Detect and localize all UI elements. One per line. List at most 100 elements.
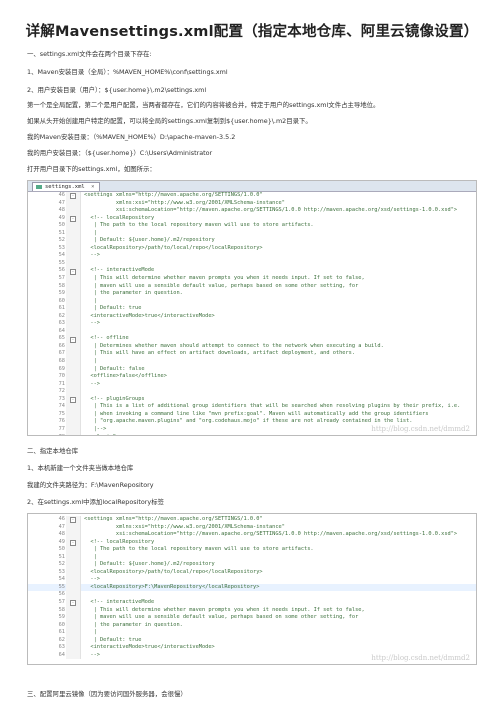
fold-gutter [66,199,81,208]
line-number: 51 [58,229,65,236]
fold-gutter [66,418,81,426]
line-number: 71 [58,380,65,387]
code-line: 51 | [28,229,476,238]
code-text: <localRepository>/path/to/local/repo</lo… [84,244,263,251]
watermark: http://blog.csdn.net/dmmd2 [371,425,470,433]
code-line: 69 | Default: false [28,365,476,374]
section-3-heading: 三、配置阿里云镜像（因为要访问国外服务器，会很慢） [27,690,187,698]
code-line: 68 | [28,358,476,366]
code-line: 59 | maven will use a sensible default v… [28,614,476,622]
code-text: | Default: true [84,636,142,643]
fold-gutter [66,621,81,630]
fold-gutter [66,222,81,230]
fold-gutter [66,297,81,306]
fold-gutter [66,320,81,328]
line-number: 67 [58,350,65,357]
code-area: 46- <settings xmlns="http://maven.apache.… [28,514,476,660]
line-number: 59 [58,614,65,621]
line-number: 73 [58,395,65,402]
line-number: 72 [58,388,65,395]
fold-gutter [66,553,81,562]
line-number: 46 [58,516,65,522]
editor-screenshot-2: 46- <settings xmlns="http://maven.apache.… [27,513,477,665]
code-line: 52 | Default: ${user.home}/.m2/repositor… [28,561,476,569]
code-line: 46- <settings xmlns="http://maven.apache.… [28,516,476,524]
fold-gutter [66,342,81,351]
code-text: <localRepository>F:\MavenRepository</loc… [84,583,260,590]
code-line: 72 [28,388,476,396]
code-line: 63 <interactiveMode>true</interactiveMod… [28,644,476,652]
line-number: 53 [58,568,65,575]
code-line: 60 | [28,297,476,306]
code-line: 73- <!-- pluginGroups [28,395,476,404]
fold-gutter [66,365,81,374]
fold-gutter [66,290,81,298]
fold-toggle-icon[interactable]: - [70,539,76,546]
code-text: <pluginGroups> [84,434,135,436]
line-number: 51 [58,553,65,560]
line-number: 63 [58,644,65,651]
code-text: xsi:schemaLocation="http://maven.apache.… [84,207,458,214]
fold-toggle-icon[interactable]: - [70,336,76,343]
code-line: 67 | This will have an effect on artifac… [28,350,476,359]
code-text: <interactiveMode>true</interactiveMode> [84,312,215,319]
code-line: 62 | Default: true [28,636,476,645]
code-text: | "org.apache.maven.plugins" and "org.co… [84,418,413,425]
code-text: <!-- localRepository [84,538,155,545]
editor-tab-settings[interactable]: settings.xml × [32,182,101,191]
fold-gutter [66,629,81,637]
code-text: <!-- interactiveMode [84,599,155,606]
fold-gutter [66,373,81,381]
code-text: --> [84,320,100,327]
code-text: | the parameter in question. [84,621,183,628]
code-text: | The path to the local repository maven… [84,222,314,229]
code-text: | Determines whether maven should attemp… [84,342,384,349]
fold-gutter [66,410,81,419]
code-line: 64 [28,327,476,336]
section-2-line-2: 我建的文件夹路径为：F:\MavenRepository [27,481,154,489]
code-text: | Default: ${user.home}/.m2/repository [84,561,215,568]
fold-toggle-icon[interactable]: - [70,215,76,222]
close-tab-icon[interactable]: × [91,184,94,190]
fold-gutter [66,651,81,660]
line-number: 54 [58,576,65,583]
line-number: 77 [58,425,65,432]
line-number: 62 [58,636,65,643]
code-text: | maven will use a sensible default valu… [84,614,359,621]
line-number: 48 [58,207,65,214]
line-number: 55 [58,259,65,266]
line-number: 48 [58,531,65,538]
fold-gutter [66,644,81,652]
line-number: 49 [58,538,65,545]
code-text: <!-- pluginGroups [84,395,145,402]
fold-toggle-icon[interactable]: - [70,397,76,404]
editor-screenshot-1: settings.xml × 46- <settings xmlns="http:… [27,180,477,436]
article-page: 详解Mavensettings.xml配置（指定本地仓库、阿里云镜像设置） 一、… [0,0,504,713]
fold-toggle-icon[interactable]: - [70,193,76,200]
fold-toggle-icon[interactable]: - [70,517,76,524]
intro-line-8: 打开用户目录下的settings.xml，如图所示： [27,165,156,173]
fold-gutter [66,388,81,396]
fold-gutter [66,583,81,592]
fold-toggle-icon[interactable]: - [70,268,76,275]
intro-line-2: 1、Maven安装目录（全局）：%MAVEN_HOME%\conf\settin… [27,68,228,76]
fold-gutter [66,237,81,245]
line-number: 60 [58,297,65,304]
code-text: --> [84,651,100,658]
section-2-line-1: 1、本机新建一个文件夹当做本地仓库 [27,464,134,472]
code-line: 57- <!-- interactiveMode [28,599,476,607]
code-line: 51 | [28,553,476,562]
code-line: 55 [28,259,476,268]
line-number: 57 [58,275,65,282]
intro-line-3: 2、用户安装目录（用户）：${user.home}\.m2\settings.x… [27,86,207,94]
line-number: 53 [58,244,65,251]
fold-gutter [66,531,81,539]
line-number: 61 [58,629,65,636]
code-line: 56- <!-- interactiveMode [28,267,476,276]
code-line: 63 --> [28,320,476,328]
code-text: xmlns:xsi="http://www.w3.org/2001/XMLSch… [84,523,285,530]
code-text: | [84,358,97,365]
code-line: 59 | the parameter in question. [28,290,476,298]
code-area: 46- <settings xmlns="http://maven.apache.… [28,192,476,436]
fold-toggle-icon[interactable]: - [70,600,76,607]
